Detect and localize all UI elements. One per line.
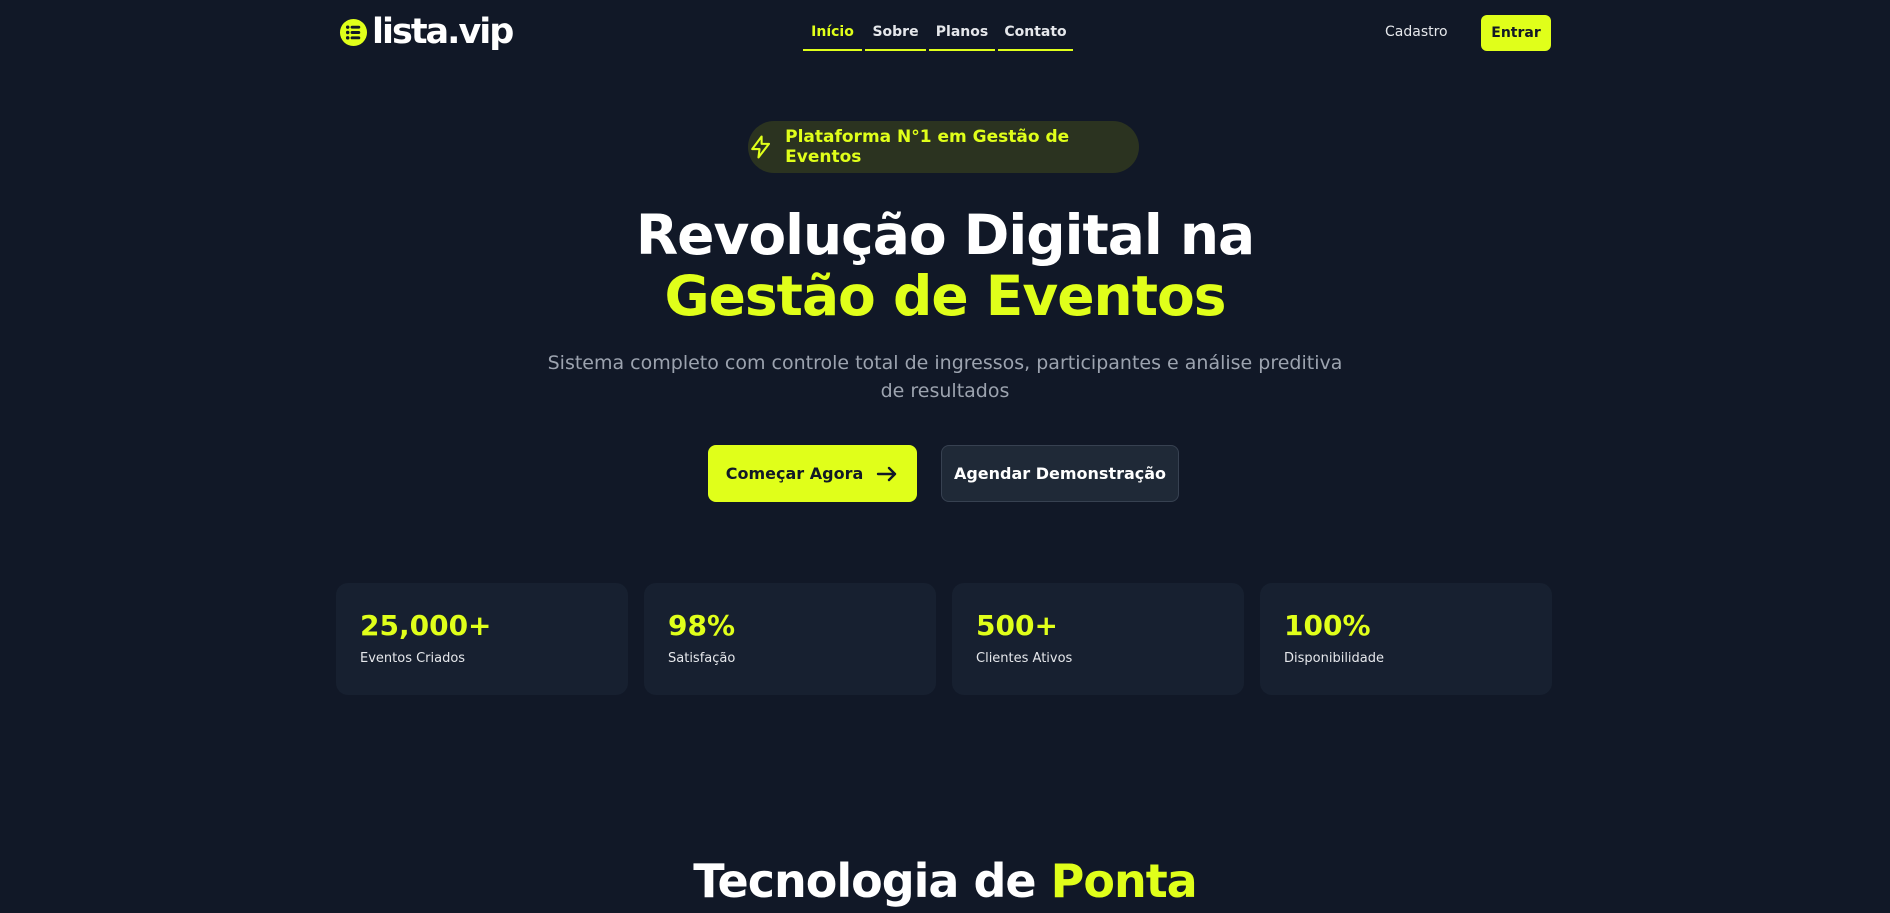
- hero-badge-text: Plataforma N°1 em Gestão de Eventos: [785, 127, 1070, 167]
- start-now-button[interactable]: Começar Agora: [708, 445, 917, 502]
- stat-value: 98%: [668, 609, 736, 642]
- hero-badge: Plataforma N°1 em Gestão de Eventos: [748, 121, 1139, 173]
- nav-link-contato[interactable]: Contato: [998, 18, 1073, 51]
- hero-title: Revolução Digital na Gestão de Eventos: [0, 205, 1890, 327]
- brand-name: lista.vip: [372, 12, 514, 52]
- stat-label: Clientes Ativos: [976, 651, 1073, 666]
- brand-logo[interactable]: lista.vip: [339, 12, 514, 52]
- nav-link-inicio[interactable]: Início: [803, 18, 862, 51]
- landing-page: lista.vip Início Sobre Planos Contato Ca…: [0, 0, 1890, 913]
- lightning-icon: [751, 135, 770, 159]
- hero-title-line1: Revolução Digital na: [635, 203, 1255, 267]
- login-button[interactable]: Entrar: [1481, 15, 1551, 51]
- stat-label: Eventos Criados: [360, 651, 466, 666]
- stat-value: 25,000+: [360, 609, 492, 642]
- main-nav: Início Sobre Planos Contato: [803, 18, 1073, 51]
- section-title-part2: Ponta: [1050, 854, 1198, 908]
- nav-link-sobre[interactable]: Sobre: [865, 18, 926, 51]
- schedule-demo-button[interactable]: Agendar Demonstração: [941, 445, 1179, 502]
- top-navbar: lista.vip Início Sobre Planos Contato Ca…: [0, 0, 1890, 66]
- stat-card-availability: 100% Disponibilidade: [1260, 583, 1552, 695]
- section-title-part1: Tecnologia de: [693, 854, 1036, 908]
- stats-row: 25,000+ Eventos Criados 98% Satisfação 5…: [336, 583, 1552, 695]
- stat-label: Disponibilidade: [1284, 651, 1385, 666]
- hero-subtitle: Sistema completo com controle total de i…: [547, 352, 1343, 402]
- signup-link[interactable]: Cadastro: [1385, 24, 1448, 40]
- section-title: Tecnologia de Ponta: [0, 851, 1890, 911]
- hero-title-line2: Gestão de Eventos: [664, 264, 1226, 328]
- stat-value: 100%: [1284, 609, 1371, 642]
- list-logo-icon: [339, 18, 368, 46]
- stat-card-events: 25,000+ Eventos Criados: [336, 583, 628, 695]
- nav-link-planos[interactable]: Planos: [929, 18, 995, 51]
- stat-card-clients: 500+ Clientes Ativos: [952, 583, 1244, 695]
- arrow-right-icon: [877, 466, 897, 481]
- stat-value: 500+: [976, 609, 1058, 642]
- start-now-label: Começar Agora: [725, 464, 864, 483]
- stat-card-satisfaction: 98% Satisfação: [644, 583, 936, 695]
- stat-label: Satisfação: [668, 651, 736, 666]
